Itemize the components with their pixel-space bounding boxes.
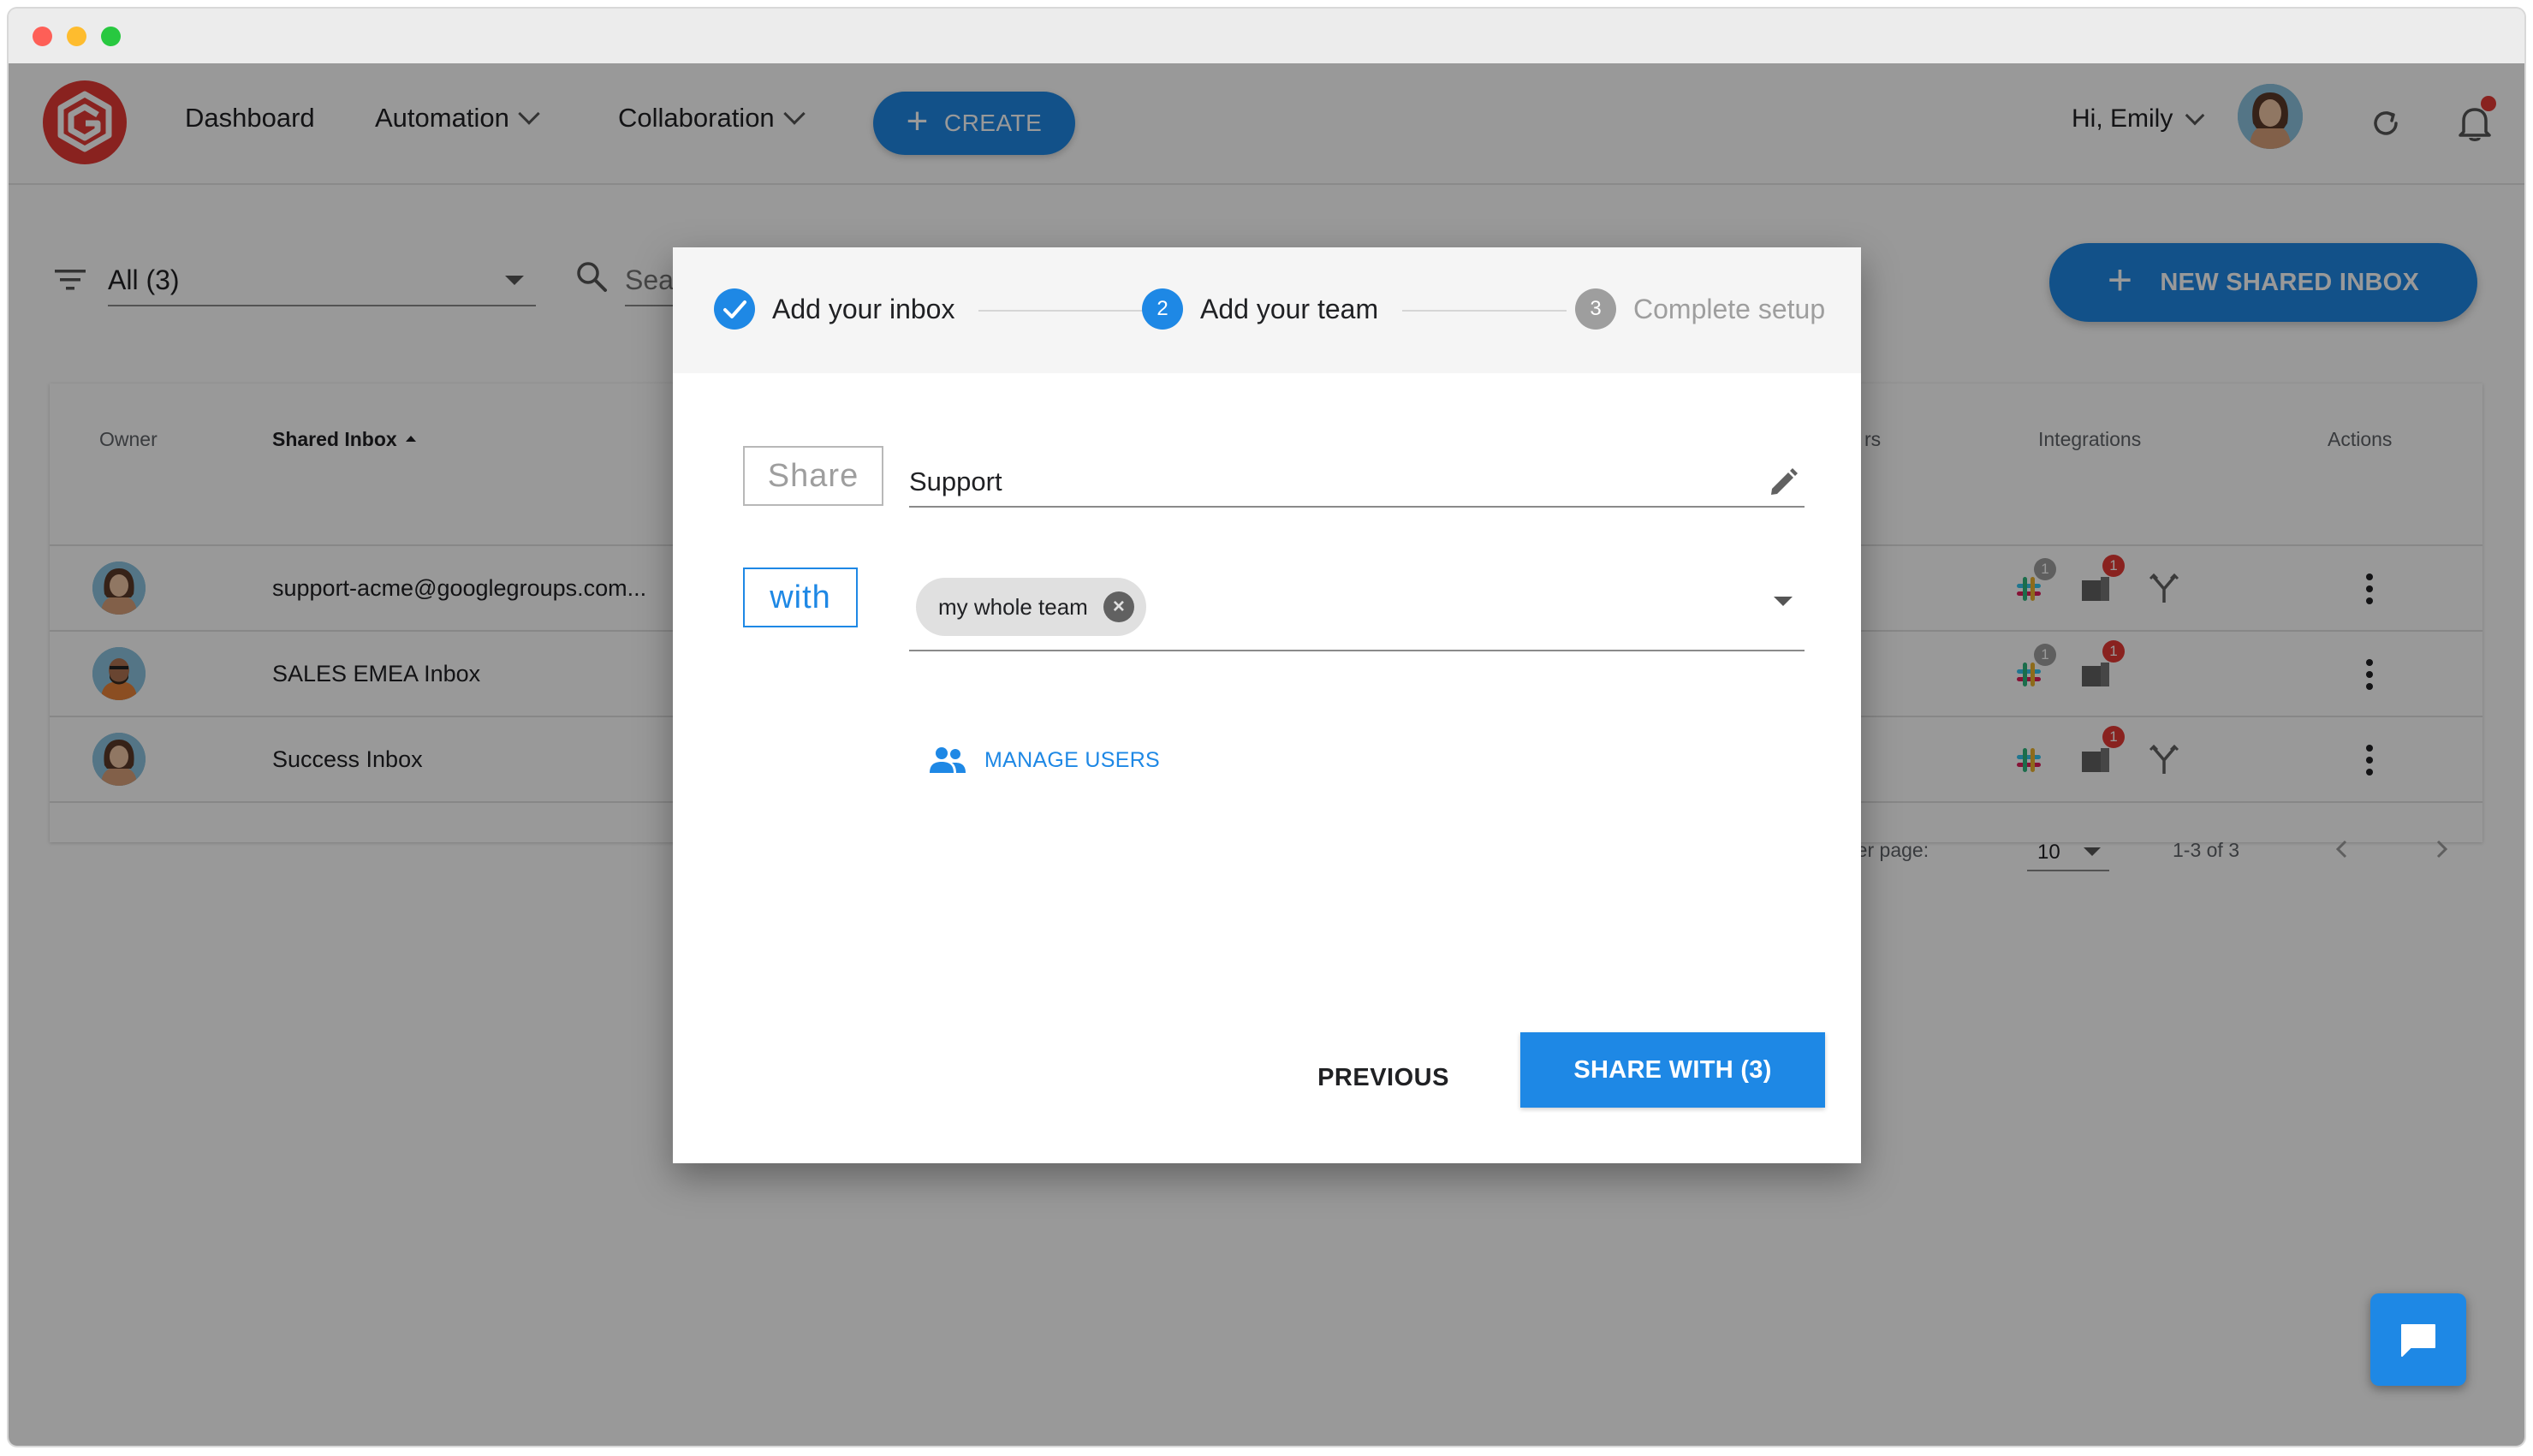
team-select-field[interactable]: my whole team × (909, 568, 1805, 651)
chat-icon (2401, 1324, 2435, 1357)
step-number: 3 (1575, 288, 1616, 330)
step-number: 2 (1142, 288, 1183, 330)
step-complete-setup[interactable]: 3 Complete setup (1575, 288, 1825, 330)
window-titlebar (9, 9, 2524, 63)
pencil-icon[interactable] (1765, 465, 1801, 501)
share-label: Share (743, 446, 883, 506)
app-window: Dashboard Automation Collaboration + CRE… (9, 9, 2524, 1446)
window-minimize-button[interactable] (67, 27, 86, 46)
manage-users-link[interactable]: MANAGE USERS (928, 746, 1160, 775)
step-connector (1402, 310, 1567, 312)
share-with-button[interactable]: SHARE WITH (3) (1520, 1032, 1825, 1108)
team-chip-label: my whole team (938, 593, 1088, 620)
close-icon[interactable]: × (1103, 591, 1134, 622)
previous-button[interactable]: PREVIOUS (1298, 1052, 1469, 1103)
setup-stepper: Add your inbox 2 Add your team 3 Complet… (673, 247, 1861, 373)
team-chip[interactable]: my whole team × (916, 578, 1146, 636)
manage-users-label: MANAGE USERS (984, 747, 1161, 772)
window-close-button[interactable] (33, 27, 52, 46)
with-label: with (743, 568, 858, 627)
setup-dialog: Add your inbox 2 Add your team 3 Complet… (673, 247, 1861, 1163)
step-add-team[interactable]: 2 Add your team (1142, 288, 1378, 330)
caret-down-icon[interactable] (1774, 597, 1793, 606)
step-add-inbox[interactable]: Add your inbox (714, 288, 954, 330)
inbox-name-value: Support (909, 467, 1002, 496)
step-label: Complete setup (1633, 293, 1826, 324)
step-connector (978, 310, 1145, 312)
manage-users-icon (930, 747, 966, 773)
chat-launcher-button[interactable] (2370, 1293, 2466, 1386)
step-label: Add your team (1200, 293, 1379, 324)
check-icon (714, 288, 755, 330)
inbox-name-field[interactable]: Support (909, 448, 1805, 508)
step-label: Add your inbox (772, 293, 955, 324)
window-zoom-button[interactable] (101, 27, 121, 46)
